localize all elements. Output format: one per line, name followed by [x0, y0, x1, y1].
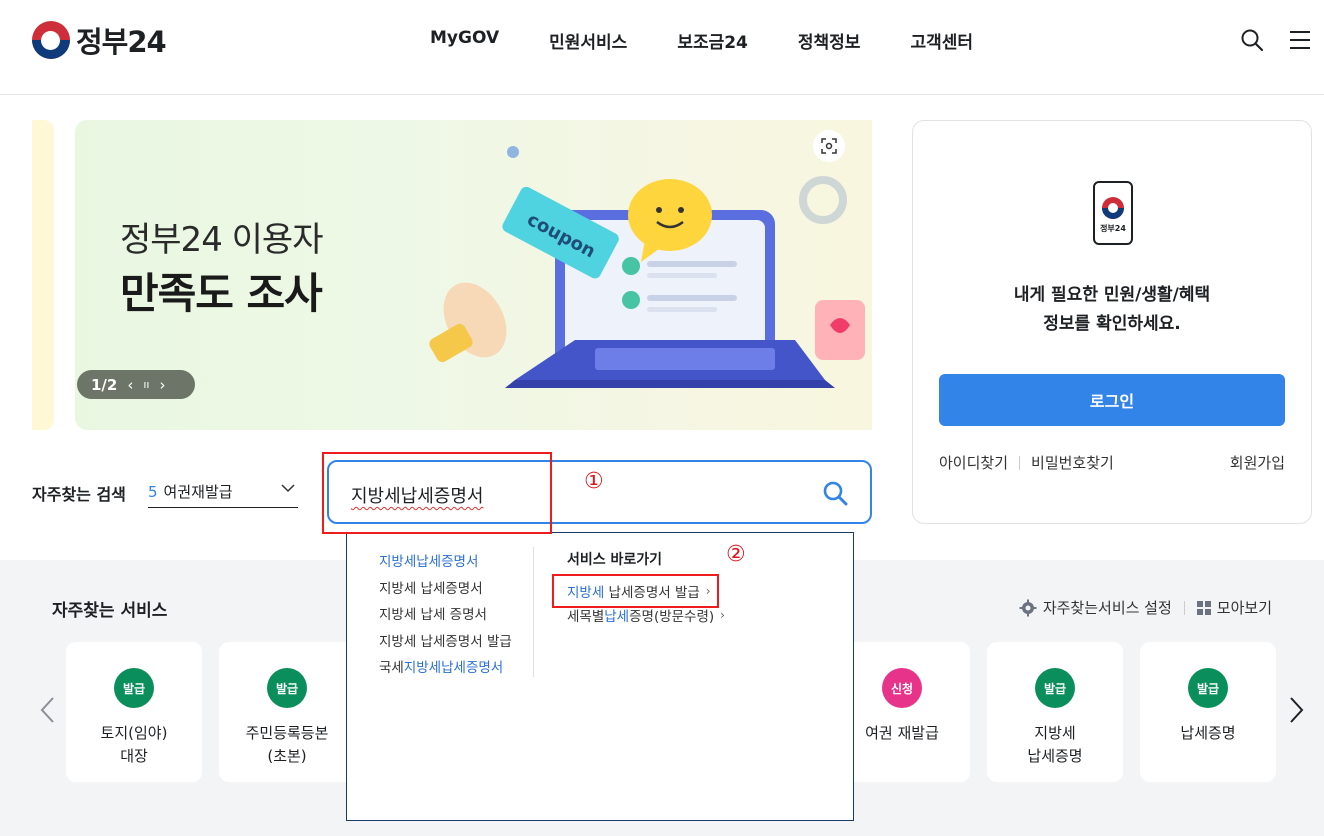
- service-card-resident-register[interactable]: 발급 주민등록등본 (초본): [219, 642, 355, 782]
- find-password-link[interactable]: 비밀번호찾기: [1031, 452, 1114, 473]
- divider: [1019, 455, 1021, 470]
- service-badge: 발급: [1188, 668, 1228, 708]
- login-links: 아이디찾기 비밀번호찾기 회원가입: [939, 452, 1285, 473]
- frequent-search-label: 자주찾는 검색: [32, 485, 126, 504]
- nav-policy-info[interactable]: 정책정보: [798, 28, 861, 53]
- gear-icon: [1019, 599, 1037, 616]
- suggestion-text-hl: 지방세납세증명서: [403, 660, 504, 676]
- frequent-search-term: 여권재발급: [163, 483, 233, 501]
- autocomplete-suggestion[interactable]: 지방세 납세증명서: [379, 577, 512, 604]
- services-settings-label: 자주찾는서비스 설정: [1042, 599, 1172, 617]
- service-badge: 발급: [1035, 668, 1075, 708]
- autocomplete-suggestion[interactable]: 국세지방세납세증명서: [379, 656, 512, 683]
- login-message: 내게 필요한 민원/생활/혜택 정보를 확인하세요.: [913, 281, 1311, 339]
- service-label: 토지(임야) 대장: [100, 724, 168, 765]
- nav-subsidy24[interactable]: 보조금24: [677, 28, 748, 53]
- annotation-highlight-search: [322, 452, 552, 534]
- shortcut-text-post: 증명(방문수령): [629, 609, 715, 625]
- banner-pause-button[interactable]: ıı: [143, 378, 149, 391]
- suggestion-text-pre: 지방세 납세증명서 발급: [379, 633, 512, 650]
- services-toolbar: 자주찾는서비스 설정 모아보기: [1019, 597, 1272, 618]
- chevron-down-icon: [281, 484, 295, 493]
- nav-mygov[interactable]: MyGOV: [430, 28, 499, 53]
- find-id-link[interactable]: 아이디찾기: [939, 452, 1008, 473]
- taegeuk-logo-icon: [32, 21, 70, 59]
- chevron-right-icon: ›: [720, 608, 725, 622]
- service-badge: 발급: [114, 668, 154, 708]
- service-shortcuts-heading: 서비스 바로가기: [567, 552, 663, 568]
- service-card-tax-certificate[interactable]: 발급 납세증명: [1140, 642, 1276, 782]
- service-card-passport-reissue[interactable]: 신청 여권 재발급: [834, 642, 970, 782]
- divider: [1183, 600, 1185, 615]
- login-message-line1: 내게 필요한 민원/생활/혜택: [1013, 285, 1211, 305]
- shortcut-text: 세목별납세증명(방문수령): [567, 605, 714, 625]
- frequent-services-title: 자주찾는 서비스: [52, 601, 168, 621]
- service-label: 납세증명: [1180, 724, 1236, 742]
- shortcut-text-pre: 세목별: [567, 609, 605, 625]
- phone-label: 정부24: [1100, 224, 1126, 233]
- service-badge: 발급: [267, 668, 307, 708]
- site-header: 정부24 MyGOV 민원서비스 보조금24 정책정보 고객센터: [0, 0, 1324, 95]
- suggestion-text-pre: 지방세 납세 증명서: [379, 607, 487, 623]
- services-settings-button[interactable]: 자주찾는서비스 설정: [1019, 597, 1172, 618]
- banner-previous-slide-peek: [32, 120, 54, 430]
- service-card-local-tax-certificate[interactable]: 발급 지방세 납세증명: [987, 642, 1123, 782]
- service-badge: 신청: [882, 668, 922, 708]
- suggestion-text-hl: 지방세납세증명서: [379, 554, 479, 570]
- divider: [533, 547, 534, 677]
- zoom-icon: [821, 138, 837, 154]
- login-panel: 정부24 내게 필요한 민원/생활/혜택 정보를 확인하세요. 로그인 아이디찾…: [912, 120, 1312, 524]
- banner-next-button[interactable]: ›: [159, 376, 165, 394]
- suggestion-text-pre: 지방세 납세증명서: [379, 580, 483, 597]
- services-view-all-button[interactable]: 모아보기: [1196, 597, 1272, 618]
- autocomplete-suggestion[interactable]: 지방세납세증명서: [379, 550, 512, 577]
- laptop-survey-illustration: coupon: [429, 146, 865, 388]
- autocomplete-suggestions: 지방세납세증명서 지방세 납세증명서 지방세 납세 증명서 지방세 납세증명서 발급 국…: [379, 550, 512, 683]
- annotation-marker-1: ①: [584, 469, 604, 494]
- signup-link[interactable]: 회원가입: [1230, 452, 1285, 473]
- service-label: 여권 재발급: [865, 724, 939, 742]
- banner-prev-button[interactable]: ‹: [127, 376, 133, 394]
- annotation-marker-2: ②: [726, 542, 746, 567]
- service-label: 지방세 납세증명: [1027, 724, 1083, 765]
- grid-icon: [1196, 600, 1211, 615]
- nav-customer-center[interactable]: 고객센터: [910, 28, 973, 53]
- service-card-land-register[interactable]: 발급 토지(임야) 대장: [66, 642, 202, 782]
- promo-banner[interactable]: 정부24 이용자 만족도 조사 coupon 1/2 ‹ ıı ›: [75, 120, 872, 430]
- login-button[interactable]: 로그인: [939, 374, 1285, 426]
- carousel-prev-icon[interactable]: [38, 696, 58, 724]
- banner-title-line1: 정부24 이용자: [120, 220, 323, 260]
- search-submit-icon[interactable]: [822, 480, 848, 506]
- search-icon[interactable]: [1240, 28, 1264, 52]
- frequent-search-rank: 5: [148, 482, 158, 501]
- carousel-next-icon[interactable]: [1286, 696, 1306, 724]
- frequent-search-select[interactable]: 5 여권재발급: [148, 476, 298, 508]
- banner-title-line2: 만족도 조사: [120, 269, 323, 318]
- suggestion-text-pre: 국세: [379, 660, 404, 676]
- annotation-highlight-shortcut: [552, 574, 719, 608]
- hamburger-menu-icon[interactable]: [1288, 28, 1312, 52]
- login-message-line2: 정보를 확인하세요.: [1043, 314, 1181, 334]
- banner-controls: 1/2 ‹ ıı ›: [77, 370, 195, 399]
- site-logo[interactable]: 정부24: [32, 20, 167, 60]
- banner-zoom-button[interactable]: [813, 130, 845, 162]
- autocomplete-suggestion[interactable]: 지방세 납세증명서 발급: [379, 630, 512, 657]
- mobile-id-icon: 정부24: [1093, 181, 1133, 245]
- main-nav: MyGOV 민원서비스 보조금24 정책정보 고객센터: [430, 28, 973, 53]
- autocomplete-suggestion[interactable]: 지방세 납세 증명서: [379, 603, 512, 630]
- services-view-all-label: 모아보기: [1216, 599, 1272, 617]
- service-label: 주민등록등본 (초본): [245, 724, 329, 765]
- shortcut-text-hl: 납세: [604, 609, 630, 625]
- nav-civil-services[interactable]: 민원서비스: [549, 28, 627, 53]
- logo-text: 정부24: [76, 25, 167, 59]
- banner-page-indicator: 1/2: [91, 375, 118, 394]
